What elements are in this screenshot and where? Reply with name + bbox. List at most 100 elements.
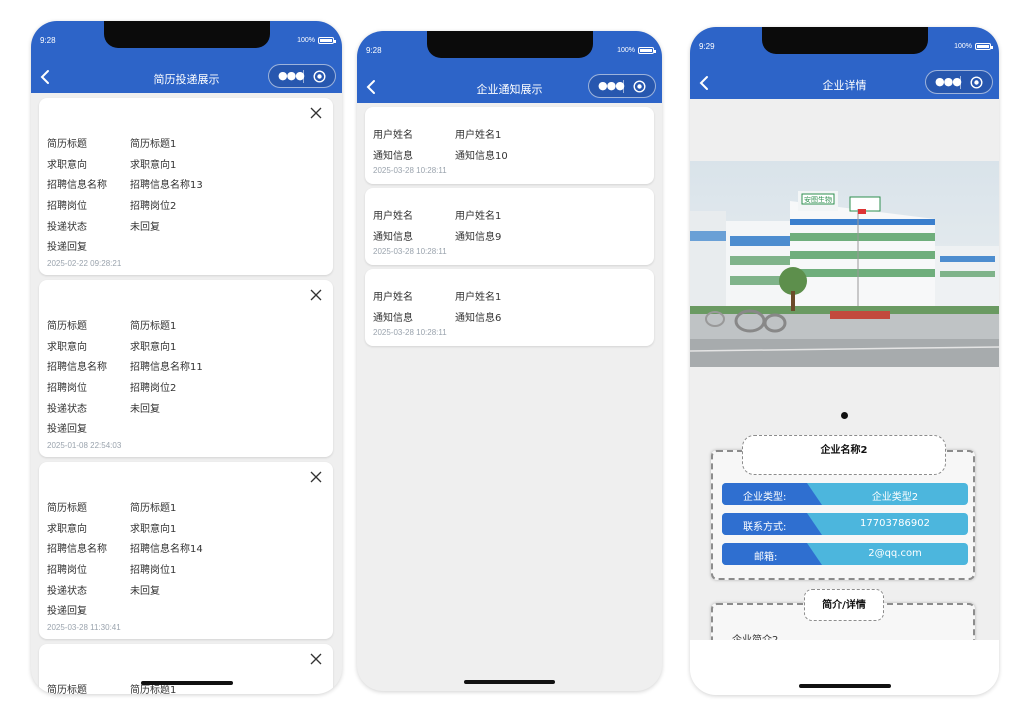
notice-card[interactable]: 用户姓名 用户姓名1 通知信息 通知信息10 2025-03-28 10:28:… xyxy=(365,107,654,184)
value-recruit: 招聘信息名称13 xyxy=(130,180,203,191)
close-icon[interactable] xyxy=(310,107,322,119)
label-user: 用户姓名 xyxy=(373,130,413,141)
battery-percent: 100% xyxy=(297,37,315,44)
label-status: 投递状态 xyxy=(47,404,87,415)
battery-icon xyxy=(318,37,336,44)
nav-bar: 简历投递展示 ●●● xyxy=(31,62,342,93)
more-icon[interactable]: ●●● xyxy=(935,76,962,88)
notice-card[interactable]: 用户姓名 用户姓名1 通知信息 通知信息6 2025-03-28 10:28:1… xyxy=(365,269,654,346)
battery-icon xyxy=(638,47,656,54)
close-icon[interactable] xyxy=(310,653,322,665)
value-intention: 求职意向1 xyxy=(130,160,177,171)
close-icon[interactable] xyxy=(310,289,322,301)
carousel-indicator-dot[interactable] xyxy=(841,412,848,419)
value-status: 未回复 xyxy=(130,404,160,415)
phone-resume-list: 9:28 100% 简历投递展示 ●●● 简历标题 简历标题1 求职意向 求职意… xyxy=(31,21,342,694)
battery-icon xyxy=(975,43,993,50)
value-user: 用户姓名1 xyxy=(455,211,502,222)
value-position: 招聘岗位2 xyxy=(130,383,177,394)
resume-card[interactable]: 简历标题 简历标题1 xyxy=(39,644,333,694)
label-recruit: 招聘信息名称 xyxy=(47,544,107,555)
label-position: 招聘岗位 xyxy=(47,565,87,576)
battery-percent: 100% xyxy=(617,47,635,54)
value-title: 简历标题1 xyxy=(130,503,177,514)
field-value-email: 2@qq.com xyxy=(868,548,922,559)
value-status: 未回复 xyxy=(130,222,160,233)
home-indicator xyxy=(141,681,233,685)
battery: 100% xyxy=(297,37,336,44)
field-label-type: 企业类型: xyxy=(743,492,787,503)
label-user: 用户姓名 xyxy=(373,292,413,303)
notice-card[interactable]: 用户姓名 用户姓名1 通知信息 通知信息9 2025-03-28 10:28:1… xyxy=(365,188,654,265)
label-title: 简历标题 xyxy=(47,685,87,694)
field-value-contact: 17703786902 xyxy=(860,518,930,529)
value-info: 通知信息10 xyxy=(455,151,508,162)
label-title: 简历标题 xyxy=(47,321,87,332)
label-reply: 投递回复 xyxy=(47,424,87,435)
more-icon[interactable]: ●●● xyxy=(278,70,305,82)
field-row-contact: 联系方式: 17703786902 xyxy=(722,513,968,535)
label-title: 简历标题 xyxy=(47,503,87,514)
value-info: 通知信息9 xyxy=(455,232,502,243)
company-name: 企业名称2 xyxy=(820,445,868,456)
label-reply: 投递回复 xyxy=(47,606,87,617)
value-position: 招聘岗位2 xyxy=(130,201,177,212)
value-user: 用户姓名1 xyxy=(455,130,502,141)
label-position: 招聘岗位 xyxy=(47,383,87,394)
notch xyxy=(103,21,270,48)
nav-bar: 企业详情 ●●● xyxy=(690,68,999,99)
capsule-divider xyxy=(303,70,304,83)
label-info: 通知信息 xyxy=(373,313,413,324)
value-title: 简历标题1 xyxy=(130,139,177,150)
label-recruit: 招聘信息名称 xyxy=(47,362,107,373)
value-recruit: 招聘信息名称14 xyxy=(130,544,203,555)
label-reply: 投递回复 xyxy=(47,242,87,253)
intro-tab-label: 简介/详情 xyxy=(822,600,866,611)
battery: 100% xyxy=(617,47,656,54)
label-recruit: 招聘信息名称 xyxy=(47,180,107,191)
status-time: 9:28 xyxy=(366,46,382,55)
label-intention: 求职意向 xyxy=(47,524,87,535)
field-row-type: 企业类型: 企业类型2 xyxy=(722,483,968,505)
phone-notice-list: 9:28 100% 企业通知展示 ●●● 用户姓名 用户姓名1 通知信息 通知信… xyxy=(357,31,662,691)
value-status: 未回复 xyxy=(130,586,160,597)
resume-card[interactable]: 简历标题 简历标题1 求职意向 求职意向1 招聘信息名称 招聘信息名称13 招聘… xyxy=(39,98,333,275)
field-value-type: 企业类型2 xyxy=(871,492,919,503)
value-title: 简历标题1 xyxy=(130,321,177,332)
home-indicator xyxy=(799,684,891,688)
capsule-divider xyxy=(623,80,624,93)
label-info: 通知信息 xyxy=(373,232,413,243)
notice-date: 2025-03-28 10:28:11 xyxy=(373,247,447,256)
home-indicator xyxy=(464,680,555,684)
label-title: 简历标题 xyxy=(47,139,87,150)
label-user: 用户姓名 xyxy=(373,211,413,222)
value-user: 用户姓名1 xyxy=(455,292,502,303)
notch xyxy=(761,27,928,54)
value-recruit: 招聘信息名称11 xyxy=(130,362,203,373)
more-icon[interactable]: ●●● xyxy=(598,80,625,92)
battery: 100% xyxy=(954,43,993,50)
notice-date: 2025-03-28 10:28:11 xyxy=(373,166,447,175)
resume-card[interactable]: 简历标题 简历标题1 求职意向 求职意向1 招聘信息名称 招聘信息名称14 招聘… xyxy=(39,462,333,639)
building-sign-text: 安图生物 xyxy=(804,195,832,204)
menu-capsule: ●●● xyxy=(588,74,656,98)
menu-capsule: ●●● xyxy=(925,70,993,94)
resume-card[interactable]: 简历标题 简历标题1 求职意向 求职意向1 招聘信息名称 招聘信息名称11 招聘… xyxy=(39,280,333,457)
phone-company-detail: 9:29 100% 企业详情 ●●● 安图生物 企业名称2 企业类型: 企业类型… xyxy=(690,27,999,695)
submit-date: 2025-01-08 22:54:03 xyxy=(47,441,122,450)
field-row-email: 邮箱: 2@qq.com xyxy=(722,543,968,565)
value-info: 通知信息6 xyxy=(455,313,502,324)
value-intention: 求职意向1 xyxy=(130,524,177,535)
value-intention: 求职意向1 xyxy=(130,342,177,353)
close-miniprogram-icon[interactable] xyxy=(313,70,326,83)
status-time: 9:29 xyxy=(699,42,715,51)
company-banner-image[interactable]: 安图生物 xyxy=(690,161,999,367)
nav-bar: 企业通知展示 ●●● xyxy=(357,72,662,103)
close-icon[interactable] xyxy=(310,471,322,483)
label-intention: 求职意向 xyxy=(47,160,87,171)
status-time: 9:28 xyxy=(40,36,56,45)
label-intention: 求职意向 xyxy=(47,342,87,353)
battery-percent: 100% xyxy=(954,43,972,50)
close-miniprogram-icon[interactable] xyxy=(633,80,646,93)
close-miniprogram-icon[interactable] xyxy=(970,76,983,89)
